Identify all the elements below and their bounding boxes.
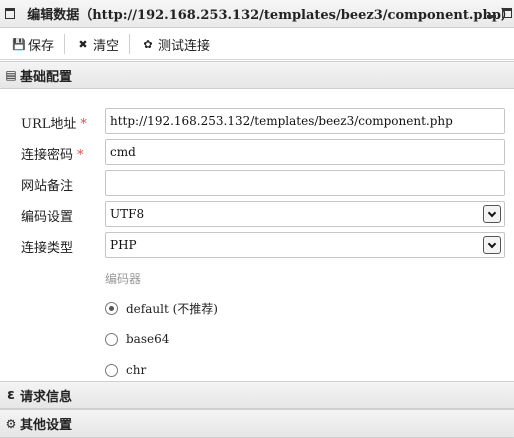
section-basic-title: 基础配置 xyxy=(20,69,73,85)
close-icon: ✖ xyxy=(78,37,88,51)
encoder-option-default[interactable]: default (不推荐) xyxy=(105,298,218,318)
url-label: URL地址 * xyxy=(21,117,87,132)
floppy-disk-icon: 💾 xyxy=(12,37,26,51)
section-request-title: 请求信息 xyxy=(20,389,73,405)
encoder-option-label: base64 xyxy=(126,332,170,346)
minimize-icon[interactable] xyxy=(487,8,496,18)
toolbar: 💾 保存 ✖ 清空 ✿ 测试连接 xyxy=(0,29,514,60)
radio-checked-icon[interactable] xyxy=(105,301,118,315)
gears-icon: ⚙ xyxy=(5,416,17,431)
encoder-label: 编码器 xyxy=(105,272,142,286)
clear-button[interactable]: ✖ 清空 xyxy=(65,29,129,60)
note-input[interactable] xyxy=(105,170,505,196)
note-label: 网站备注 xyxy=(21,179,74,194)
section-request-info[interactable]: ɛ 请求信息 xyxy=(0,381,514,409)
password-label: 连接密码 * xyxy=(21,148,84,163)
encoding-label: 编码设置 xyxy=(21,210,74,225)
save-button[interactable]: 💾 保存 xyxy=(0,29,64,60)
radio-unchecked-icon[interactable] xyxy=(105,332,118,346)
section-other-title: 其他设置 xyxy=(20,418,73,433)
type-row: 连接类型 PHP xyxy=(0,232,514,258)
type-select-value: PHP xyxy=(110,238,137,252)
basic-config-panel: URL地址 * http://192.168.253.132/templates/… xyxy=(0,91,514,380)
window-titlebar: 编辑数据（http://192.168.253.132/templates/be… xyxy=(0,0,514,28)
url-input[interactable]: http://192.168.253.132/templates/beez3/c… xyxy=(105,108,505,134)
password-row: 连接密码 * cmd xyxy=(0,139,514,165)
encoding-select-value: UTF8 xyxy=(110,207,145,221)
required-mark: * xyxy=(80,117,87,132)
radio-unchecked-icon[interactable] xyxy=(105,363,118,377)
note-row: 网站备注 xyxy=(0,170,514,196)
save-button-label: 保存 xyxy=(28,38,55,54)
required-mark: * xyxy=(77,148,84,163)
encoder-option-base64[interactable]: base64 xyxy=(105,329,169,349)
test-connection-button[interactable]: ✿ 测试连接 xyxy=(130,29,220,60)
window-controls xyxy=(487,8,512,18)
clear-button-label: 清空 xyxy=(93,38,120,54)
encoder-option-label: default (不推荐) xyxy=(126,301,218,316)
encoder-option-chr[interactable]: chr xyxy=(105,360,146,380)
password-input[interactable]: cmd xyxy=(105,139,505,165)
encoding-select[interactable]: UTF8 xyxy=(105,201,505,227)
maximize-icon[interactable] xyxy=(502,8,512,18)
encoding-row: 编码设置 UTF8 xyxy=(0,201,514,227)
window-icon xyxy=(5,8,16,19)
chevron-down-icon[interactable] xyxy=(483,236,501,254)
chevron-down-icon[interactable] xyxy=(483,205,501,223)
section-other-settings[interactable]: ⚙ 其他设置 xyxy=(0,409,514,438)
list-icon: ▤ xyxy=(5,68,17,82)
type-label: 连接类型 xyxy=(21,241,74,256)
type-select[interactable]: PHP xyxy=(105,232,505,258)
section-basic-config[interactable]: ▤ 基础配置 xyxy=(0,61,514,89)
edge-logo-icon: ɛ xyxy=(7,387,15,403)
spinner-icon: ✿ xyxy=(143,37,153,51)
test-connection-label: 测试连接 xyxy=(158,38,211,54)
encoder-option-label: chr xyxy=(126,363,147,377)
url-row: URL地址 * http://192.168.253.132/templates/… xyxy=(0,108,514,134)
window-title: 编辑数据（http://192.168.253.132/templates/be… xyxy=(27,8,514,23)
